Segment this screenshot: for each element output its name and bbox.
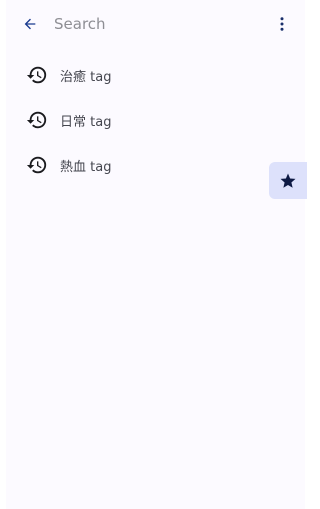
history-item-label: 熱血 tag xyxy=(60,160,112,175)
history-icon xyxy=(26,66,47,84)
star-icon xyxy=(280,173,296,188)
search-input[interactable] xyxy=(54,12,254,36)
history-icon xyxy=(26,111,47,129)
search-toolbar xyxy=(0,0,307,48)
more-vert-icon xyxy=(280,17,284,31)
history-item[interactable]: 治癒 tag xyxy=(0,52,260,97)
back-button[interactable] xyxy=(16,10,44,38)
history-item-label: 日常 tag xyxy=(60,115,112,130)
history-item[interactable]: 熱血 tag xyxy=(0,142,260,187)
search-screen: 治癒 tag 日常 tag 熱血 tag xyxy=(0,0,307,509)
favorites-button[interactable] xyxy=(269,162,307,199)
more-options-button[interactable] xyxy=(270,10,294,38)
history-icon xyxy=(26,156,47,174)
history-item-label: 治癒 tag xyxy=(60,70,112,85)
history-item[interactable]: 日常 tag xyxy=(0,97,260,142)
search-history-list: 治癒 tag 日常 tag 熱血 tag xyxy=(0,52,307,187)
arrow-back-icon xyxy=(24,18,36,30)
